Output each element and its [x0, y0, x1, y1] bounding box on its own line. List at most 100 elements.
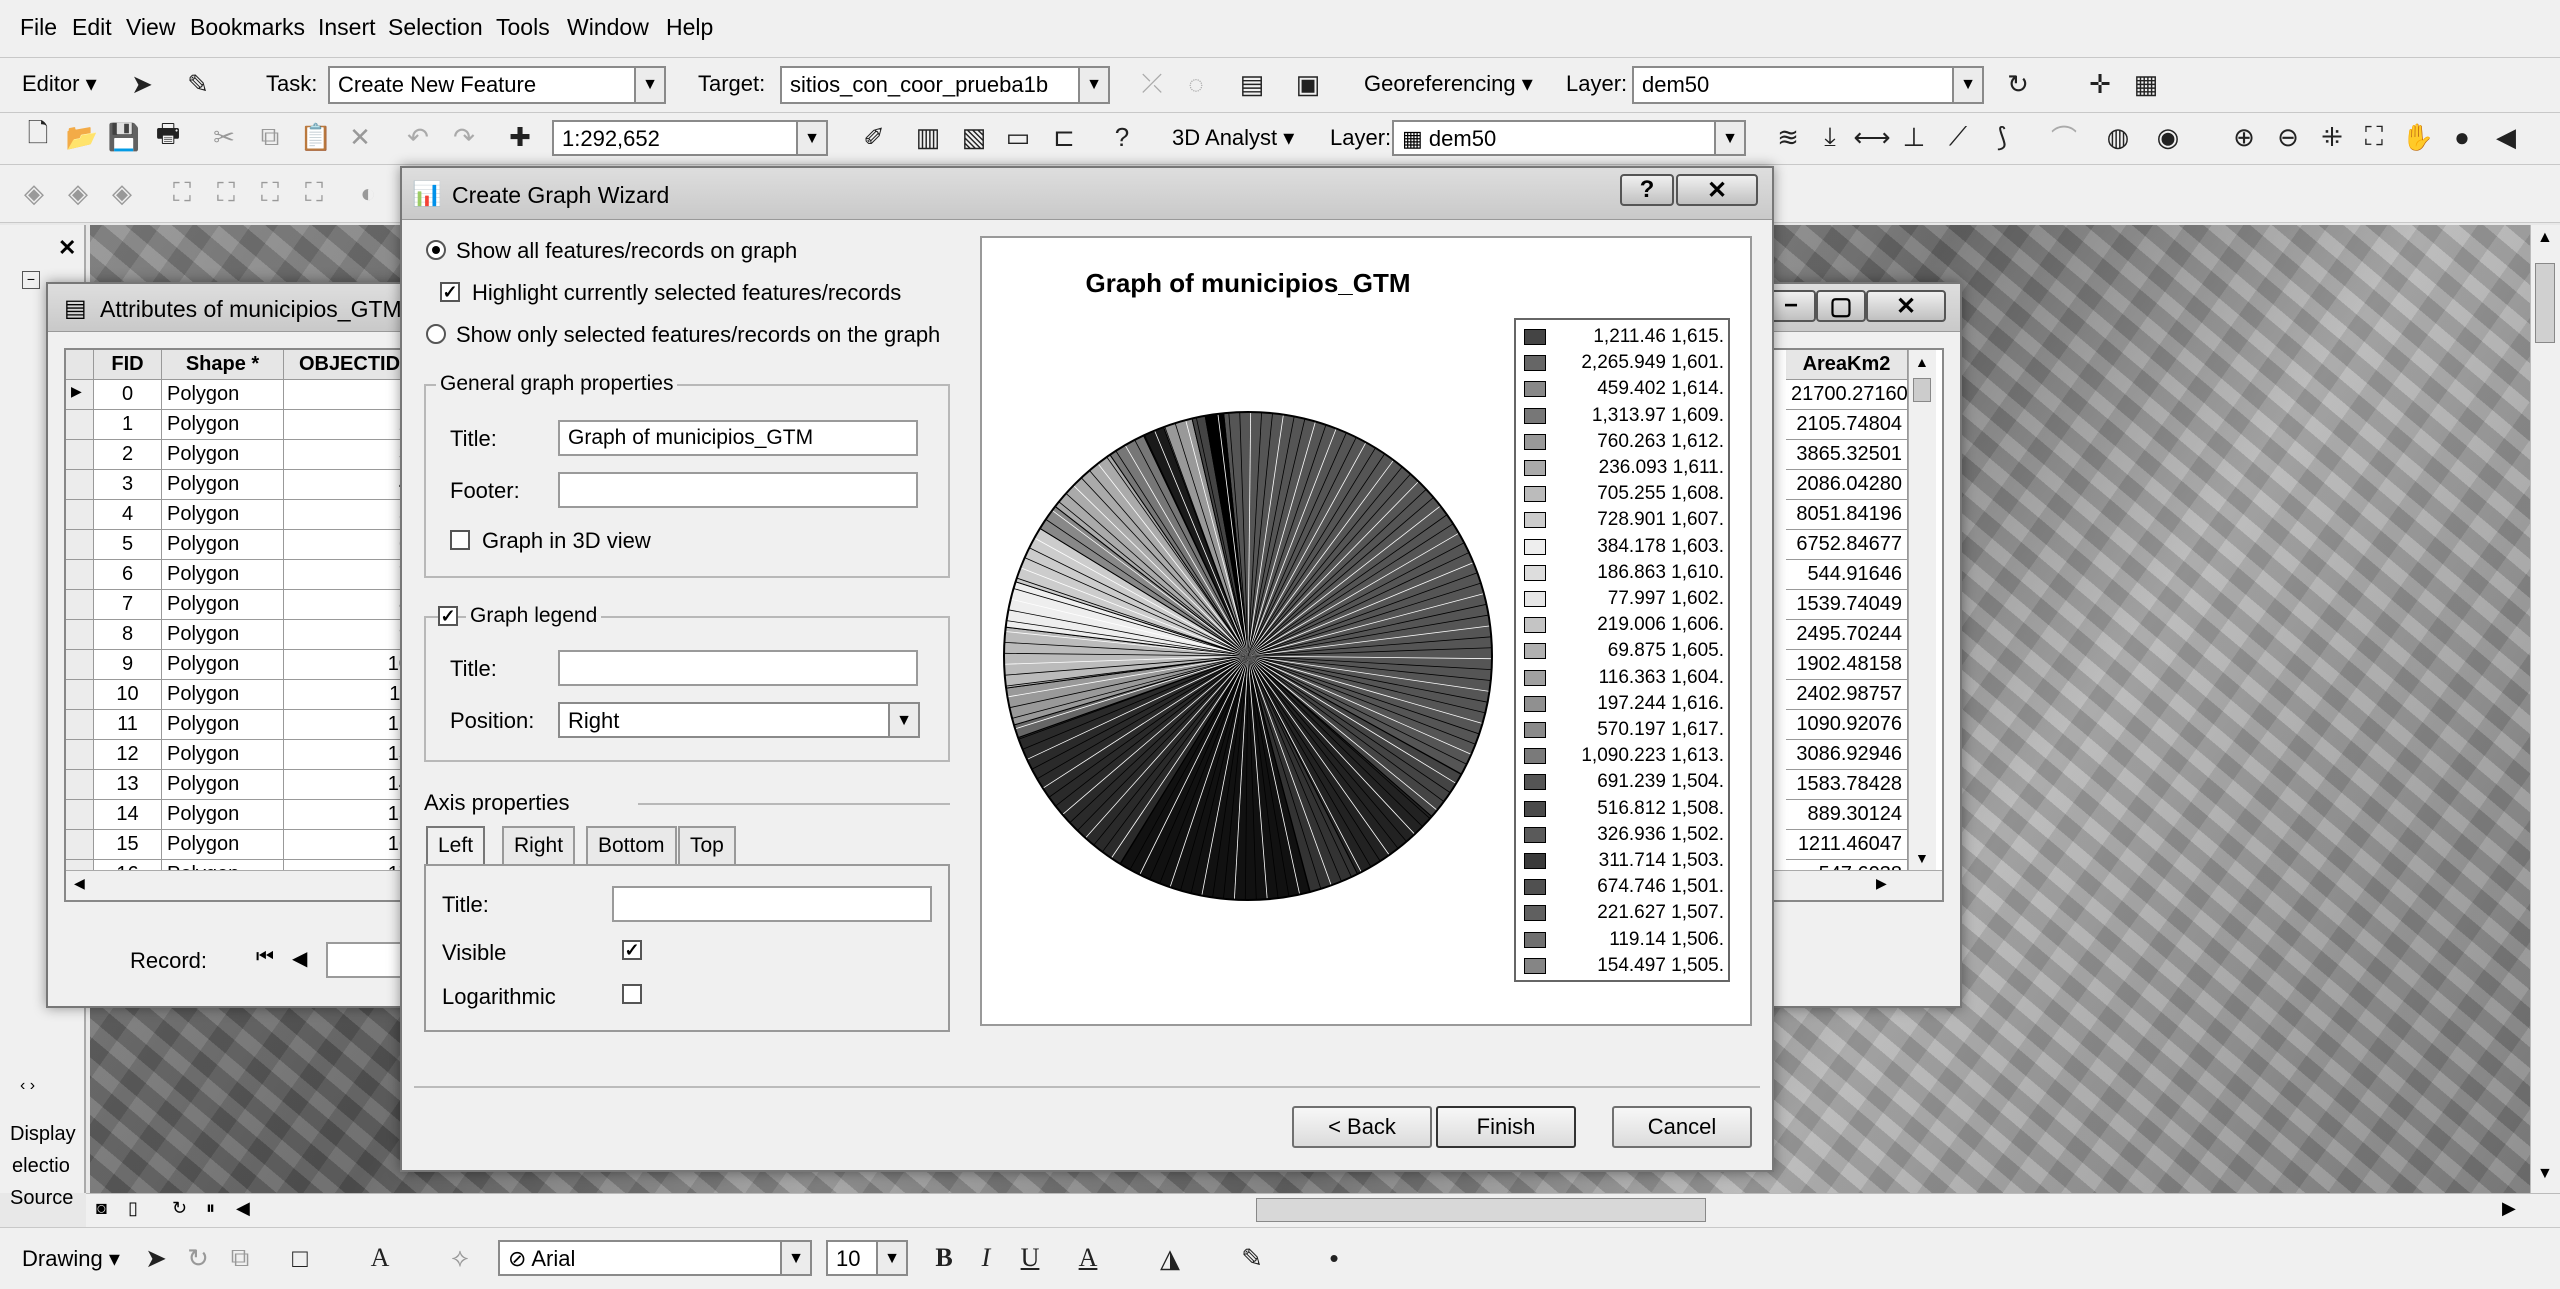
redo-icon[interactable]: ↷ [446, 119, 482, 155]
legend-title-input[interactable] [558, 650, 918, 686]
row-selector[interactable] [66, 410, 94, 440]
cell-areakm2[interactable]: 3086.92946 [1786, 740, 1908, 770]
rotate-tool-icon[interactable]: ↻ [2000, 66, 2036, 102]
sketch-properties-icon[interactable]: ▣ [1290, 66, 1326, 102]
full-extent-icon[interactable]: ● [2444, 119, 2480, 155]
scroll-thumb[interactable] [2535, 263, 2555, 343]
scroll-right-icon[interactable]: ▶ [1876, 875, 1887, 892]
cell-fid[interactable]: 6 [94, 560, 162, 590]
modelbuilder-icon[interactable]: ⊏ [1046, 119, 1082, 155]
toc-collapse-icon[interactable]: − [22, 271, 40, 289]
row-selector[interactable]: ▶ [66, 380, 94, 410]
cell-fid[interactable]: 11 [94, 710, 162, 740]
column-header-areakm2[interactable]: AreaKm2 [1786, 350, 1908, 380]
row-selector[interactable] [66, 770, 94, 800]
zoom-whole-icon[interactable]: ⛶ [252, 175, 288, 211]
row-selector[interactable] [66, 440, 94, 470]
cell-fid[interactable]: 12 [94, 740, 162, 770]
map-horizontal-scroll-thumb[interactable] [1256, 1198, 1706, 1222]
logarithmic-checkbox[interactable] [622, 984, 642, 1004]
cell-shape[interactable]: Polygon [162, 560, 284, 590]
cell-shape[interactable]: Polygon [162, 530, 284, 560]
scroll-left-icon[interactable]: ◀ [236, 1198, 250, 1219]
rotate-icon[interactable]: ◌ [1178, 66, 1214, 102]
scroll-up-icon[interactable]: ▲ [1915, 354, 1929, 370]
tab-bottom[interactable]: Bottom [586, 826, 677, 864]
line-color-icon[interactable]: ✎ [1234, 1240, 1270, 1276]
tab-source[interactable]: Source [10, 1187, 73, 1210]
select-by-graphics-icon[interactable]: ◈ [60, 175, 96, 211]
cell-objectid[interactable]: 5 [284, 500, 416, 530]
tab-left[interactable]: Left [426, 826, 486, 864]
line-of-sight-icon[interactable]: ⟷ [1853, 119, 1890, 155]
row-selector[interactable] [66, 500, 94, 530]
georeferencing-menu[interactable]: Georeferencing ▾ [1364, 71, 1533, 97]
wizard-close-button[interactable]: ✕ [1676, 174, 1758, 206]
zoom-in-icon[interactable]: ⊕ [2226, 119, 2262, 155]
target-select[interactable]: sitios_con_coor_prueba1b ▼ [780, 66, 1110, 104]
cell-objectid[interactable]: 16 [284, 830, 416, 860]
menu-bookmarks[interactable]: Bookmarks [190, 14, 305, 41]
delete-icon[interactable]: ✕ [342, 119, 378, 155]
cell-shape[interactable]: Polygon [162, 620, 284, 650]
scroll-left-icon[interactable]: ◀ [74, 875, 85, 892]
cell-shape[interactable]: Polygon [162, 380, 284, 410]
attributes-icon[interactable]: ▤ [1234, 66, 1270, 102]
cell-areakm2[interactable]: 2105.74804 [1786, 410, 1908, 440]
menu-file[interactable]: File [20, 14, 57, 41]
graph-title-input[interactable]: Graph of municipios_GTM [558, 420, 918, 456]
cell-shape[interactable]: Polygon [162, 710, 284, 740]
footer-input[interactable] [558, 472, 918, 508]
cell-fid[interactable]: 3 [94, 470, 162, 500]
row-selector[interactable] [66, 830, 94, 860]
cell-fid[interactable]: 4 [94, 500, 162, 530]
cell-fid[interactable]: 0 [94, 380, 162, 410]
legend-position-select[interactable]: Right ▼ [558, 702, 920, 738]
cell-fid[interactable]: 5 [94, 530, 162, 560]
editor-toolbar-icon[interactable]: ✐ [856, 119, 892, 155]
grid-vertical-scrollbar[interactable]: ▲ ▼ [1908, 350, 1936, 870]
cell-shape[interactable]: Polygon [162, 410, 284, 440]
cell-objectid[interactable]: 13 [284, 740, 416, 770]
cell-areakm2[interactable]: 8051.84196 [1786, 500, 1908, 530]
menu-view[interactable]: View [126, 14, 175, 41]
column-header-shape[interactable]: Shape * [162, 350, 284, 380]
row-selector[interactable] [66, 800, 94, 830]
row-selector[interactable] [66, 740, 94, 770]
catalog-icon[interactable]: ▧ [956, 119, 992, 155]
map-scale-select[interactable]: 1:292,652 ▼ [552, 120, 828, 156]
cell-shape[interactable]: Polygon [162, 470, 284, 500]
wizard-help-button[interactable]: ? [1620, 174, 1674, 206]
font-color-icon[interactable]: A [1070, 1240, 1106, 1276]
cell-objectid[interactable]: 10 [284, 650, 416, 680]
cell-areakm2[interactable]: 544.91646 [1786, 560, 1908, 590]
cell-fid[interactable]: 7 [94, 590, 162, 620]
arcscene-icon[interactable]: ◍ [2100, 119, 2136, 155]
cell-objectid[interactable]: 12 [284, 710, 416, 740]
copy-icon[interactable]: ⧉ [252, 119, 288, 155]
graph-legend-checkbox[interactable]: ✓ [438, 606, 458, 626]
tab-top[interactable]: Top [678, 826, 736, 864]
tab-selection[interactable]: electio [12, 1155, 70, 1178]
cell-shape[interactable]: Polygon [162, 650, 284, 680]
scroll-up-icon[interactable]: ▲ [2537, 229, 2553, 247]
3d-analyst-menu[interactable]: 3D Analyst ▾ [1172, 125, 1294, 151]
cell-fid[interactable]: 15 [94, 830, 162, 860]
cell-fid[interactable]: 10 [94, 680, 162, 710]
interpolate-polygon-icon[interactable]: ⟆ [1984, 119, 2020, 155]
menu-help[interactable]: Help [666, 14, 713, 41]
data-view-icon[interactable]: ◙ [96, 1198, 107, 1219]
whats-this-icon[interactable]: ? [1104, 119, 1140, 155]
cell-objectid[interactable]: 6 [284, 530, 416, 560]
menu-window[interactable]: Window [567, 14, 649, 41]
font-select[interactable]: ⊘ Arial ▼ [498, 1240, 812, 1276]
toc-close-icon[interactable]: ✕ [58, 235, 76, 261]
select-elements-icon[interactable]: ➤ [138, 1240, 174, 1276]
visible-checkbox[interactable]: ✓ [622, 940, 642, 960]
tab-right[interactable]: Right [502, 826, 576, 864]
row-selector[interactable] [66, 530, 94, 560]
refresh-icon[interactable]: ↻ [172, 1198, 187, 1219]
menu-edit[interactable]: Edit [72, 14, 112, 41]
cell-areakm2[interactable]: 1583.78428 [1786, 770, 1908, 800]
grid-scroll-thumb[interactable] [1913, 378, 1931, 402]
